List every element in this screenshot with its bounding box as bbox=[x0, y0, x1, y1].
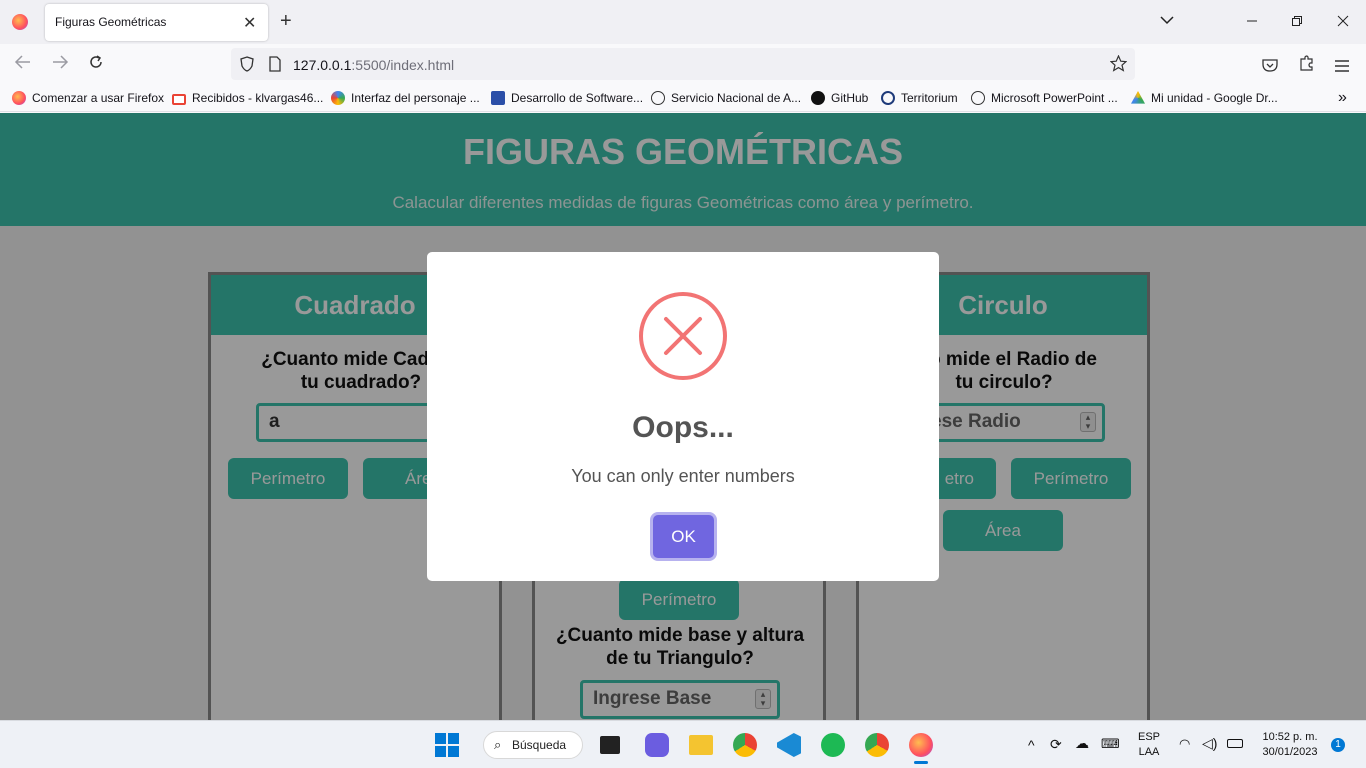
tab-title: Figuras Geométricas bbox=[55, 15, 167, 29]
active-app-indicator bbox=[914, 761, 928, 764]
restore-icon[interactable] bbox=[1291, 14, 1303, 31]
shield-icon[interactable] bbox=[240, 56, 254, 77]
close-icon[interactable]: ✕ bbox=[243, 13, 256, 33]
gmail-icon bbox=[172, 94, 186, 105]
bookmark-item[interactable]: GitHub bbox=[811, 91, 868, 105]
language-indicator[interactable]: ESP LAA bbox=[1136, 730, 1162, 760]
nav-bar: 127.0.0.1:5500/index.html bbox=[0, 44, 1366, 84]
forward-icon[interactable] bbox=[51, 54, 69, 75]
document-icon bbox=[491, 91, 505, 105]
clock[interactable]: 10:52 p. m. 30/01/2023 bbox=[1252, 730, 1328, 760]
volume-icon[interactable]: ◁) bbox=[1202, 735, 1217, 752]
drive-icon bbox=[1131, 91, 1145, 104]
eye-icon bbox=[881, 91, 895, 105]
bookmark-item[interactable]: Recibidos - klvargas46... bbox=[172, 91, 323, 105]
bookmark-item[interactable]: Servicio Nacional de A... bbox=[651, 91, 801, 105]
tab-bar: Figuras Geométricas ✕ + bbox=[0, 0, 1366, 44]
wifi-icon[interactable]: ◠ bbox=[1179, 736, 1190, 752]
bookmarks-toolbar: Comenzar a usar Firefox Recibidos - klva… bbox=[0, 84, 1366, 112]
extensions-icon[interactable] bbox=[1298, 55, 1314, 76]
more-bookmarks-icon[interactable]: » bbox=[1338, 89, 1347, 107]
task-view-icon[interactable] bbox=[600, 736, 620, 754]
error-icon bbox=[639, 292, 727, 380]
chat-icon[interactable] bbox=[645, 733, 669, 757]
cloud-icon[interactable]: ☁ bbox=[1075, 735, 1089, 752]
site-icon bbox=[331, 91, 345, 105]
firefox-taskbar-icon[interactable] bbox=[909, 733, 933, 757]
taskbar: ⌕ Búsqueda ^ ⟳ ☁ ⌨ ESP LAA ◠ ◁) 10:52 p. … bbox=[0, 720, 1366, 768]
url-bar[interactable]: 127.0.0.1:5500/index.html bbox=[231, 48, 1135, 80]
close-window-icon[interactable] bbox=[1337, 14, 1349, 31]
list-tabs-icon[interactable] bbox=[1160, 12, 1174, 29]
dialog-message: You can only enter numbers bbox=[571, 466, 795, 486]
globe-icon bbox=[971, 91, 985, 105]
vscode-icon[interactable] bbox=[777, 733, 801, 757]
page-icon[interactable] bbox=[269, 56, 281, 77]
chrome-profile-icon[interactable] bbox=[865, 733, 889, 757]
globe-icon bbox=[651, 91, 665, 105]
bookmark-item[interactable]: Microsoft PowerPoint ... bbox=[971, 91, 1118, 105]
dialog-title: Oops... bbox=[632, 411, 734, 444]
bookmark-item[interactable]: Desarrollo de Software... bbox=[491, 91, 643, 105]
bookmark-item[interactable]: Territorium bbox=[881, 91, 958, 105]
github-icon bbox=[811, 91, 825, 105]
back-icon[interactable] bbox=[14, 54, 32, 75]
error-dialog: Oops... You can only enter numbers OK bbox=[427, 252, 939, 581]
windows-start-icon[interactable] bbox=[435, 733, 459, 757]
pocket-icon[interactable] bbox=[1262, 56, 1278, 77]
file-explorer-icon[interactable] bbox=[689, 735, 713, 755]
ok-button[interactable]: OK bbox=[653, 515, 714, 558]
bookmark-item[interactable]: Mi unidad - Google Dr... bbox=[1131, 91, 1278, 105]
url-text[interactable]: 127.0.0.1:5500/index.html bbox=[293, 57, 454, 73]
firefox-icon bbox=[12, 91, 26, 105]
battery-icon[interactable] bbox=[1227, 739, 1243, 748]
taskbar-search[interactable]: ⌕ Búsqueda bbox=[483, 731, 583, 759]
keyboard-icon[interactable]: ⌨ bbox=[1101, 736, 1120, 752]
reload-icon[interactable] bbox=[88, 54, 104, 75]
chevron-up-icon[interactable]: ^ bbox=[1028, 737, 1035, 753]
menu-icon[interactable] bbox=[1335, 56, 1349, 77]
new-tab-icon[interactable]: + bbox=[280, 10, 292, 33]
bookmark-item[interactable]: Comenzar a usar Firefox bbox=[12, 91, 164, 105]
chrome-icon[interactable] bbox=[733, 733, 757, 757]
minimize-icon[interactable] bbox=[1246, 14, 1258, 31]
spotify-icon[interactable] bbox=[821, 733, 845, 757]
bookmark-star-icon[interactable] bbox=[1109, 54, 1128, 77]
firefox-icon[interactable] bbox=[12, 14, 28, 30]
notification-badge[interactable]: 1 bbox=[1331, 738, 1345, 752]
sync-icon[interactable]: ⟳ bbox=[1050, 736, 1062, 753]
browser-tab[interactable]: Figuras Geométricas ✕ bbox=[45, 4, 268, 41]
search-icon: ⌕ bbox=[494, 737, 502, 752]
bookmark-item[interactable]: Interfaz del personaje ... bbox=[331, 91, 480, 105]
